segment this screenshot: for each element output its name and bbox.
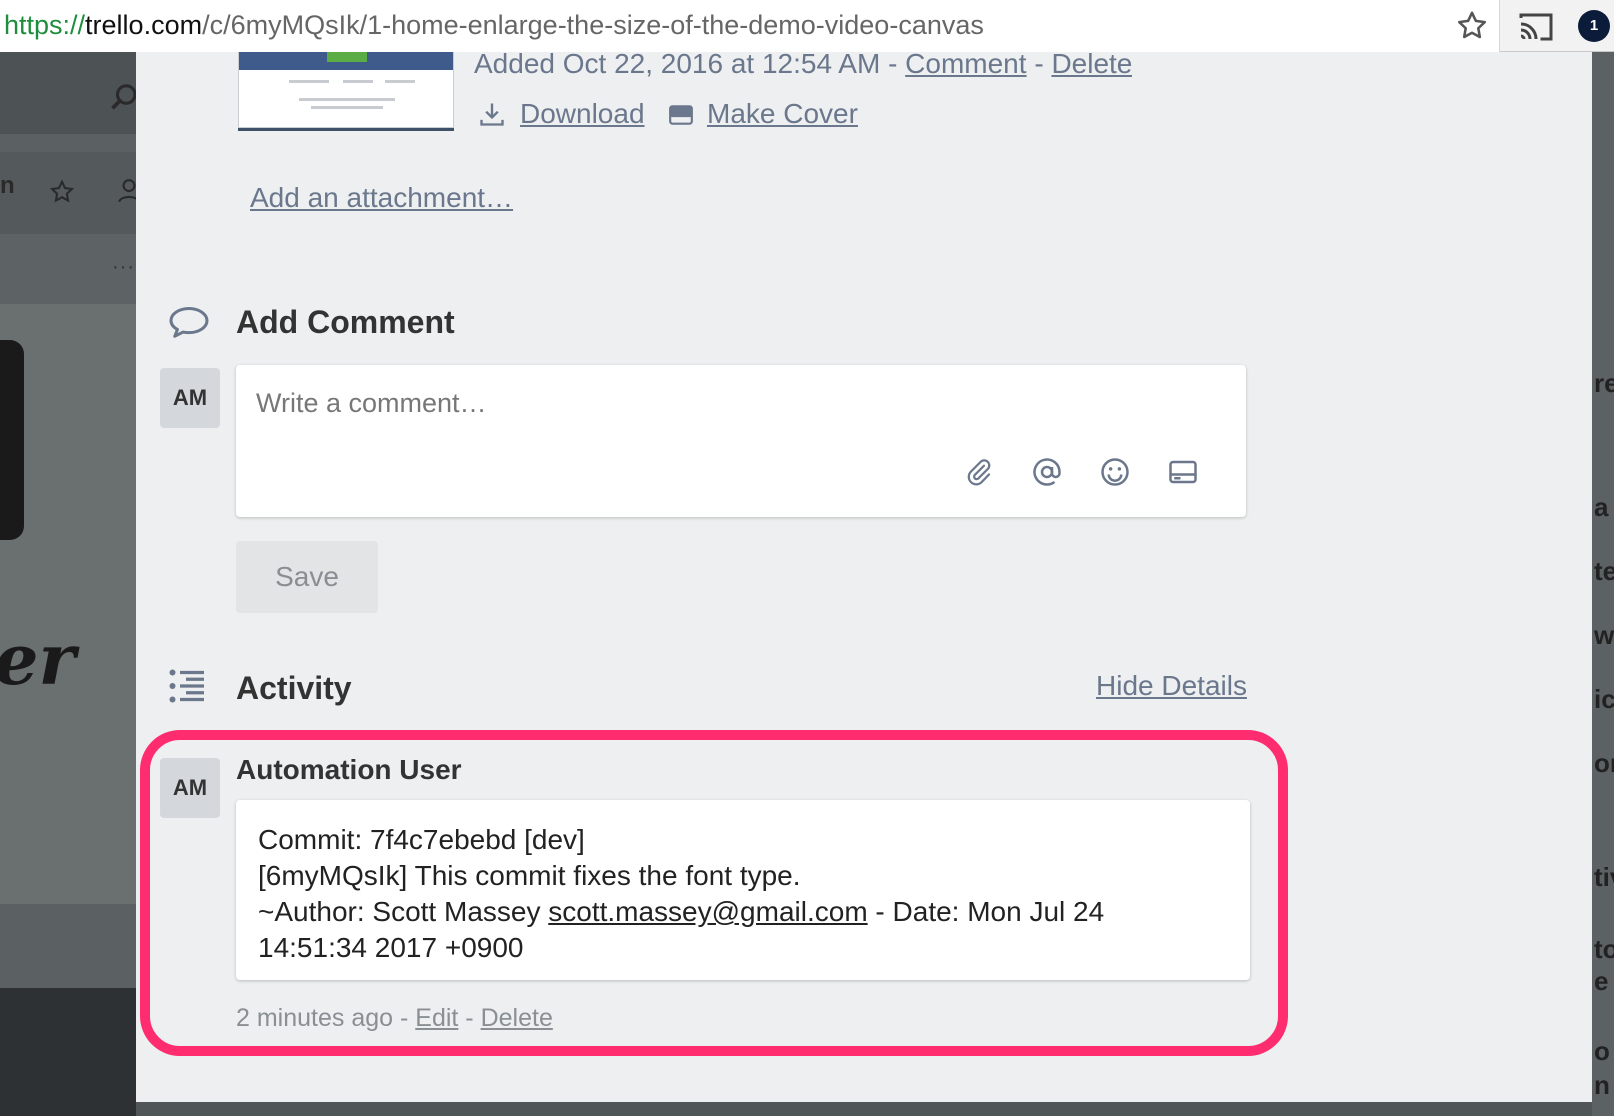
edit-link[interactable]: Edit bbox=[415, 1004, 458, 1032]
right-fragment: to bbox=[1594, 934, 1614, 964]
address-bar[interactable]: https://trello.com/c/6myMQsIk/1-home-enl… bbox=[0, 0, 1500, 52]
separator: - bbox=[393, 1004, 416, 1032]
comment-composer[interactable] bbox=[236, 365, 1246, 517]
thumbnail-line bbox=[385, 80, 415, 83]
card-link-icon[interactable] bbox=[1168, 457, 1198, 487]
right-fragment: o bbox=[1594, 1036, 1610, 1066]
cover-script-text: er bbox=[0, 618, 76, 701]
added-date: Added Oct 22, 2016 at 12:54 AM - bbox=[474, 48, 906, 78]
comment-bubble-icon bbox=[169, 307, 209, 338]
comment-body: Commit: 7f4c7ebebd [dev] [6myMQsIk] This… bbox=[258, 822, 1218, 966]
make-cover-link[interactable]: Make Cover bbox=[707, 98, 858, 130]
activity-heading: Activity bbox=[236, 670, 352, 706]
paperclip-icon[interactable] bbox=[964, 457, 994, 487]
author-email-link[interactable]: scott.massey@gmail.com bbox=[548, 896, 867, 927]
commit-line: Commit: 7f4c7ebebd [dev] bbox=[258, 824, 585, 855]
attachment-delete-link[interactable]: Delete bbox=[1051, 48, 1132, 78]
right-fragment: tiv bbox=[1594, 862, 1614, 892]
delete-link[interactable]: Delete bbox=[481, 1004, 553, 1032]
board-bottom bbox=[0, 988, 136, 1116]
activity-list-icon bbox=[169, 669, 204, 703]
separator: - bbox=[458, 1004, 481, 1032]
activity-comment: Commit: 7f4c7ebebd [dev] [6myMQsIk] This… bbox=[236, 800, 1250, 980]
thumbnail-line bbox=[311, 106, 383, 109]
extension-icon[interactable]: 1 bbox=[1578, 10, 1610, 42]
thumbnail-line bbox=[299, 98, 395, 101]
right-fragment: re bbox=[1594, 368, 1614, 398]
url-path: /c/6myMQsIk/1-home-enlarge-the-size-of-t… bbox=[202, 10, 984, 40]
commit-message: [6myMQsIk] This commit fixes the font ty… bbox=[258, 860, 801, 891]
list-menu-icon: ··· bbox=[112, 256, 135, 278]
board-name-fragment: n bbox=[0, 172, 15, 199]
thumbnail-button bbox=[327, 52, 367, 62]
url-scheme: https:// bbox=[4, 10, 86, 40]
right-fragment: e bbox=[1594, 966, 1609, 996]
emoji-icon[interactable] bbox=[1100, 457, 1130, 487]
download-icon[interactable] bbox=[478, 100, 506, 128]
save-button[interactable]: Save bbox=[236, 541, 378, 613]
comment-input[interactable] bbox=[256, 383, 1156, 423]
commit-author-line: ~Author: Scott Massey scott.massey@gmail… bbox=[258, 894, 1218, 930]
attachment-thumbnail[interactable] bbox=[238, 52, 454, 128]
right-fragment: w bbox=[1594, 620, 1614, 650]
separator: - bbox=[1026, 48, 1052, 78]
date-text: - Date: Mon Jul 24 bbox=[867, 896, 1105, 927]
star-icon bbox=[49, 179, 75, 203]
cast-icon[interactable] bbox=[1518, 10, 1554, 44]
right-fragment: or bbox=[1594, 748, 1614, 778]
author-prefix: ~Author: Scott Massey bbox=[258, 896, 549, 927]
make-cover-icon[interactable] bbox=[668, 104, 694, 126]
hide-details-link[interactable]: Hide Details bbox=[1096, 670, 1247, 702]
url-text[interactable]: https://trello.com/c/6myMQsIk/1-home-enl… bbox=[4, 10, 984, 41]
add-comment-heading: Add Comment bbox=[236, 304, 455, 340]
timestamp: 2 minutes ago bbox=[236, 1004, 394, 1032]
avatar[interactable]: AM bbox=[160, 368, 220, 428]
url-host: trello.com bbox=[85, 10, 203, 40]
bookmark-star-icon[interactable] bbox=[1454, 8, 1490, 44]
right-fragment: a bbox=[1594, 492, 1609, 522]
right-fragment: te bbox=[1594, 556, 1614, 586]
add-attachment-link[interactable]: Add an attachment… bbox=[250, 182, 513, 214]
attachment-comment-link[interactable]: Comment bbox=[905, 48, 1026, 78]
mention-icon[interactable] bbox=[1032, 457, 1062, 487]
thumbnail-line bbox=[343, 80, 373, 83]
avatar[interactable]: AM bbox=[160, 758, 220, 818]
activity-meta: 2 minutes ago - Edit - Delete bbox=[236, 1004, 553, 1033]
right-fragment: n bbox=[1594, 1070, 1610, 1100]
commit-date-line: 14:51:34 2017 +0900 bbox=[258, 932, 524, 963]
cover-shape bbox=[0, 340, 24, 540]
attachment-added-info: Added Oct 22, 2016 at 12:54 AM - Comment… bbox=[474, 48, 1132, 78]
activity-author[interactable]: Automation User bbox=[236, 754, 462, 786]
right-fragment: ic bbox=[1594, 684, 1614, 714]
download-link[interactable]: Download bbox=[520, 98, 645, 130]
thumbnail-line bbox=[289, 80, 329, 83]
browser-toolbar: https://trello.com/c/6myMQsIk/1-home-enl… bbox=[0, 0, 1614, 52]
